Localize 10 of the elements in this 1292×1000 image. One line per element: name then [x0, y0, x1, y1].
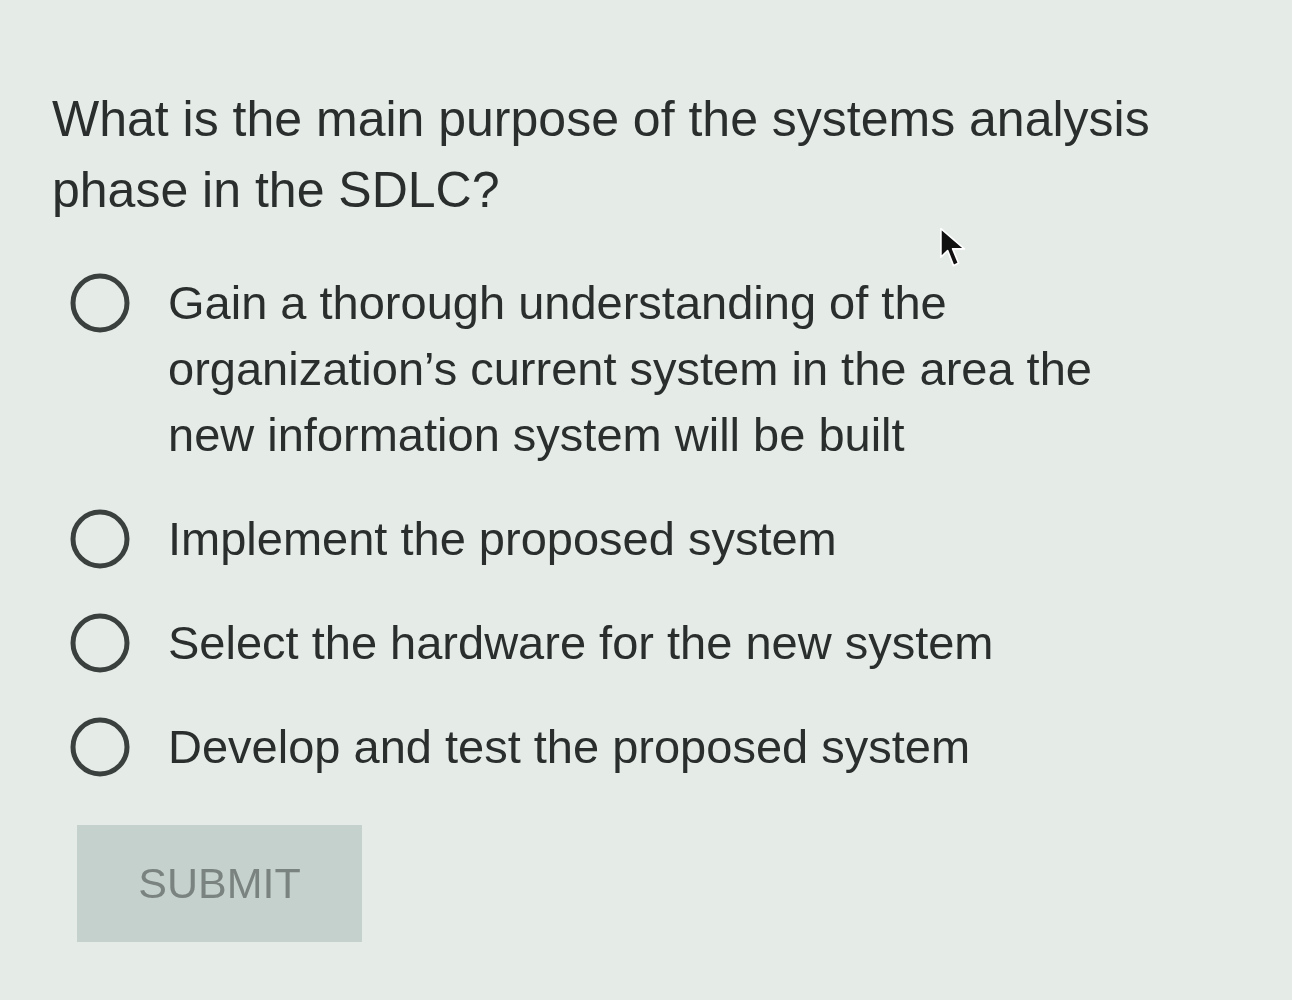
option-label[interactable]: Implement the proposed system [168, 506, 837, 572]
radio-button[interactable] [70, 509, 130, 569]
option-label[interactable]: Develop and test the proposed system [168, 714, 971, 780]
option-label[interactable]: Select the hardware for the new system [168, 610, 994, 676]
radio-button[interactable] [70, 613, 130, 673]
radio-button[interactable] [70, 717, 130, 777]
radio-button[interactable] [70, 273, 130, 333]
question-text: What is the main purpose of the systems analysis phase in the SDLC? [52, 90, 1151, 220]
pointer-icon [939, 227, 968, 269]
option-label[interactable]: Gain a thorough understanding of the organization’s current system in the area the new information system will be built [168, 270, 1113, 468]
